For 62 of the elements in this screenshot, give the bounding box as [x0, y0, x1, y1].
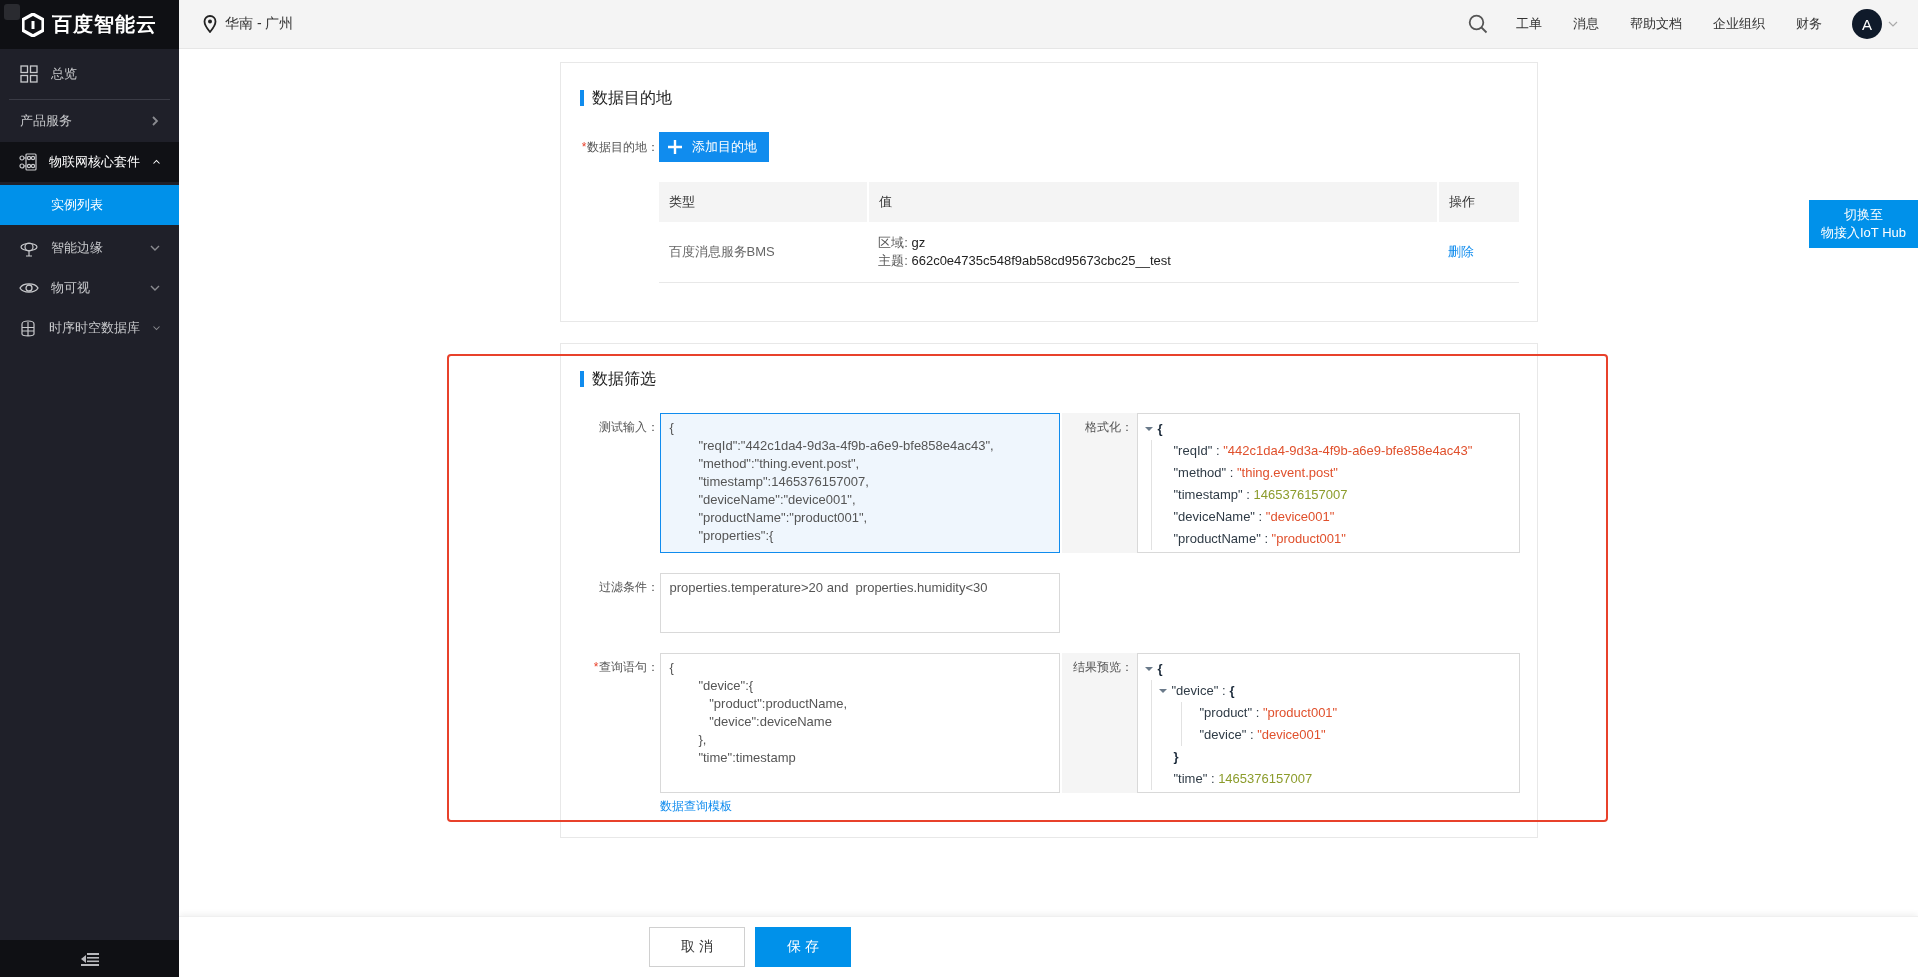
json-entry: "device" : "device001": [1199, 726, 1326, 744]
region-selector[interactable]: 华南 - 广州: [225, 15, 294, 33]
json-brace: {: [1229, 682, 1235, 700]
column-header: 操作: [1437, 182, 1519, 222]
nav-link[interactable]: 帮助文档: [1630, 15, 1682, 33]
chevron-icon: [149, 115, 161, 127]
column-header: 类型: [658, 182, 869, 222]
nav-link[interactable]: 财务: [1796, 15, 1822, 33]
preview-label: 结果预览：: [1061, 653, 1137, 793]
plus-icon: [667, 140, 682, 154]
logo-text: 百度智能云: [52, 12, 157, 37]
caret-icon[interactable]: [1143, 665, 1154, 673]
sidebar-item[interactable]: 物联网核心套件: [0, 142, 179, 182]
json-entry: "method" : "thing.event.post": [1173, 464, 1338, 482]
delete-link[interactable]: 删除: [1447, 244, 1474, 259]
logo-icon: [22, 12, 44, 37]
table-cell: 区域: gz 主题: 662c0e4735c548f9ab58cd95673cbc25__test: [868, 222, 1438, 283]
code-input-field[interactable]: properties.temperature>20 and properties.humidity<30: [659, 573, 1060, 633]
satellite-icon: [20, 239, 38, 257]
code-input-field[interactable]: { "reqId":"442c1da4-9d3a-4f9b-a6e9-bfe858e4ac43", "method":"thing.event.post", "timestamp":1465376157007, "deviceName":"device001", "productName":"product001", "properties":{: [659, 413, 1060, 553]
search-icon[interactable]: [1468, 14, 1488, 34]
json-brace: {: [1157, 660, 1163, 678]
caret-icon[interactable]: [1143, 425, 1154, 433]
form-label: *数据目的地：: [580, 139, 659, 156]
caret-icon[interactable]: [1157, 687, 1168, 695]
nodes-icon: [19, 153, 37, 171]
nav-link[interactable]: 消息: [1573, 15, 1599, 33]
form-label: 测试输入：: [597, 419, 659, 436]
sidebar-item[interactable]: 总览: [0, 49, 179, 99]
json-brace: }: [1173, 748, 1179, 766]
json-key: "device" :: [1171, 680, 1226, 702]
preview-label: 格式化：: [1061, 413, 1137, 553]
sidebar-item[interactable]: 产品服务: [0, 100, 179, 142]
sidebar-item[interactable]: 时序时空数据库: [0, 308, 179, 348]
collapse-icon[interactable]: [79, 950, 100, 967]
form-label: 过滤条件：: [597, 579, 659, 596]
form-label: *查询语句：: [592, 659, 659, 676]
json-entry: "reqId" : "442c1da4-9d3a-4f9b-a6e9-bfe858e4ac43": [1173, 442, 1473, 460]
json-entry: "deviceName" : "device001": [1173, 508, 1335, 526]
avatar[interactable]: A: [1852, 9, 1882, 39]
add-destination-button[interactable]: 添加目的地: [658, 132, 769, 162]
json-entry: "time" : 1465376157007: [1173, 770, 1313, 788]
json-entry: "productName" : "product001": [1173, 530, 1346, 548]
square-icon: [3, 3, 21, 21]
json-entry: "product" : "product001": [1199, 704, 1338, 722]
nav-link[interactable]: 企业组织: [1713, 15, 1765, 33]
column-header: 值: [868, 182, 1438, 222]
template-link[interactable]: 数据查询模板: [659, 798, 732, 815]
eye-icon: [19, 281, 39, 295]
table-cell: 百度消息服务BMS: [658, 222, 869, 283]
location-pin-icon: [203, 15, 217, 33]
cancel-button[interactable]: 取 消: [649, 927, 745, 967]
database-icon: [19, 319, 37, 337]
section-title: 数据筛选: [591, 368, 656, 389]
grid-icon: [20, 65, 38, 83]
section-title: 数据目的地: [591, 87, 672, 108]
json-brace: {: [1157, 420, 1163, 438]
json-entry: "timestamp" : 1465376157007: [1173, 486, 1348, 504]
nav-link[interactable]: 工单: [1516, 15, 1542, 33]
sidebar-item[interactable]: 物可视: [0, 268, 179, 308]
code-input-field[interactable]: { "device":{ "product":productName, "device":deviceName }, "time":timestamp: [659, 653, 1060, 793]
sidebar-item[interactable]: 智能边缘: [0, 228, 179, 268]
